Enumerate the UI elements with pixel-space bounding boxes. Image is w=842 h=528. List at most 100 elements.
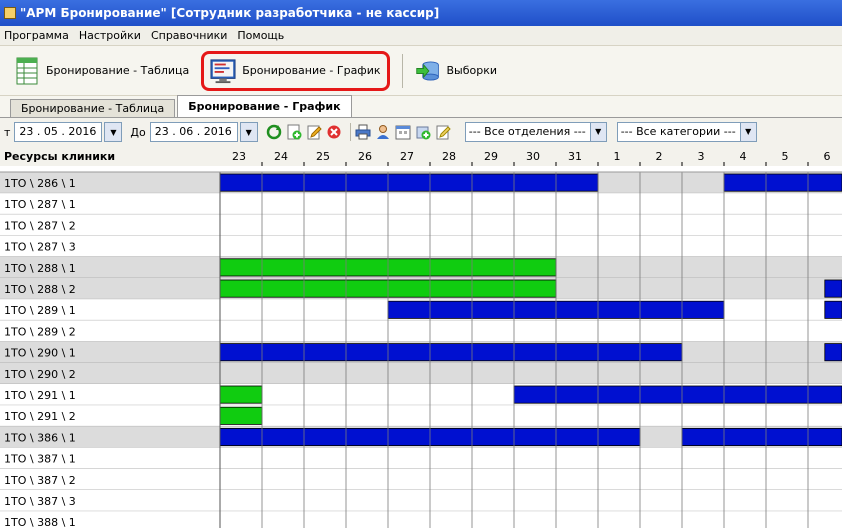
refresh-icon[interactable] [266, 124, 282, 140]
booking-grid-canvas: Ресурсы клиники 23 24 25 26 27 28 29 30 31 1 2 3 4 5 61… [0, 146, 842, 528]
resource-name: 1ТО \ 387 \ 2 [4, 474, 76, 487]
booking-bar[interactable] [723, 173, 842, 192]
category-value: --- Все категории --- [620, 125, 736, 138]
selections-button[interactable]: Выборки [409, 51, 504, 91]
booking-bar[interactable] [824, 300, 842, 319]
booking-table-button[interactable]: Бронирование - Таблица [8, 51, 195, 91]
database-arrow-icon [415, 60, 439, 81]
resource-name: 1ТО \ 287 \ 2 [4, 219, 76, 232]
edit-icon[interactable] [306, 124, 322, 140]
day-header-label: 29 [484, 150, 498, 163]
window-title: "АРМ Бронирование" [Сотрудник разработчи… [20, 6, 440, 20]
table-row[interactable] [0, 447, 842, 469]
table-row[interactable] [0, 214, 842, 236]
category-select[interactable]: --- Все категории --- ▼ [616, 122, 757, 142]
from-label: т [4, 125, 11, 139]
resource-name: 1ТО \ 289 \ 1 [4, 304, 76, 317]
resource-name: 1ТО \ 287 \ 3 [4, 241, 76, 254]
resource-name: 1ТО \ 287 \ 1 [4, 198, 76, 211]
booking-table-label: Бронирование - Таблица [46, 64, 190, 77]
booking-chart-label: Бронирование - График [242, 64, 381, 77]
department-value: --- Все отделения --- [468, 125, 586, 138]
table-row[interactable] [0, 235, 842, 257]
resource-name: 1ТО \ 290 \ 2 [4, 368, 76, 381]
grid-header-resources: Ресурсы клиники [4, 150, 115, 163]
table-row[interactable] [0, 405, 842, 427]
table-row[interactable] [0, 490, 842, 512]
day-header-label: 26 [358, 150, 372, 163]
add-icon[interactable] [286, 124, 302, 140]
menu-bar: Программа Настройки Справочники Помощь [0, 26, 842, 46]
edit-record-icon[interactable] [435, 124, 451, 140]
from-date-input[interactable]: 23 . 05 . 2016 [14, 122, 103, 142]
tab-strip: Бронирование - Таблица Бронирование - Гр… [0, 95, 842, 118]
day-header-label: 31 [568, 150, 582, 163]
resource-name: 1ТО \ 291 \ 1 [4, 389, 76, 402]
resource-name: 1ТО \ 286 \ 1 [4, 177, 76, 190]
grid-header-background [0, 146, 842, 166]
resource-name: 1ТО \ 387 \ 1 [4, 453, 76, 466]
table-row[interactable] [0, 320, 842, 342]
selections-label: Выборки [446, 64, 498, 77]
add-record-icon[interactable] [415, 124, 431, 140]
chevron-down-icon: ▼ [245, 127, 252, 137]
resource-name: 1ТО \ 388 \ 1 [4, 516, 76, 528]
menu-reference[interactable]: Справочники [151, 29, 227, 42]
toolbar: Бронирование - Таблица Бронирование - Гр… [0, 46, 842, 96]
monitor-chart-icon [210, 58, 236, 83]
table-icon [16, 57, 38, 84]
tab-booking-table[interactable]: Бронирование - Таблица [10, 99, 176, 117]
menu-help[interactable]: Помощь [237, 29, 284, 42]
user-icon[interactable] [375, 124, 391, 140]
day-header-label: 30 [526, 150, 540, 163]
resource-name: 1ТО \ 288 \ 1 [4, 262, 76, 275]
booking-chart-button[interactable]: Бронирование - График [201, 50, 390, 91]
table-row[interactable] [0, 362, 842, 384]
booking-bar[interactable] [219, 385, 263, 404]
day-header-label: 28 [442, 150, 456, 163]
menu-settings[interactable]: Настройки [79, 29, 141, 42]
day-header-label: 23 [232, 150, 246, 163]
filter-bar: т 23 . 05 . 2016 ▼ До 23 . 06 . 2016 ▼ -… [0, 118, 842, 146]
tab-booking-chart[interactable]: Бронирование - График [177, 95, 352, 117]
print-icon[interactable] [355, 124, 371, 140]
to-date-dropdown[interactable]: ▼ [239, 122, 258, 142]
day-header-label: 25 [316, 150, 330, 163]
table-row[interactable] [0, 468, 842, 490]
resource-name: 1ТО \ 387 \ 3 [4, 495, 76, 508]
resource-name: 1ТО \ 291 \ 2 [4, 410, 76, 423]
chevron-down-icon: ▼ [110, 127, 117, 137]
title-bar: "АРМ Бронирование" [Сотрудник разработчи… [0, 0, 842, 26]
booking-bar[interactable] [219, 173, 599, 192]
to-date-input[interactable]: 23 . 06 . 2016 [149, 122, 238, 142]
toolbar-separator [401, 53, 403, 88]
table-row[interactable] [0, 193, 842, 215]
app-icon [4, 7, 16, 19]
from-date-dropdown[interactable]: ▼ [104, 122, 123, 142]
booking-grid: Ресурсы клиники 23 24 25 26 27 28 29 30 31 1 2 3 4 5 6 1… [0, 146, 842, 528]
day-header-label: 24 [274, 150, 288, 163]
resource-name: 1ТО \ 290 \ 1 [4, 347, 76, 360]
calendar-icon[interactable] [395, 124, 411, 140]
booking-bar[interactable] [513, 385, 842, 404]
booking-bar[interactable] [681, 427, 842, 446]
day-header-label: 2 [656, 150, 663, 163]
booking-bar[interactable] [824, 343, 842, 362]
resource-name: 1ТО \ 386 \ 1 [4, 431, 76, 444]
delete-icon[interactable] [326, 124, 342, 140]
booking-bar[interactable] [219, 343, 683, 362]
menu-program[interactable]: Программа [4, 29, 69, 42]
resource-name: 1ТО \ 289 \ 2 [4, 325, 76, 338]
filter-separator [349, 123, 351, 141]
booking-bar[interactable] [824, 279, 842, 298]
day-header-label: 3 [698, 150, 705, 163]
booking-bar[interactable] [219, 406, 263, 425]
chevron-down-icon: ▼ [589, 123, 606, 141]
day-header-label: 6 [824, 150, 831, 163]
day-header-label: 4 [740, 150, 747, 163]
table-row[interactable] [0, 511, 842, 528]
day-header-label: 27 [400, 150, 414, 163]
to-label: До [130, 125, 146, 139]
department-select[interactable]: --- Все отделения --- ▼ [464, 122, 607, 142]
chevron-down-icon: ▼ [739, 123, 756, 141]
